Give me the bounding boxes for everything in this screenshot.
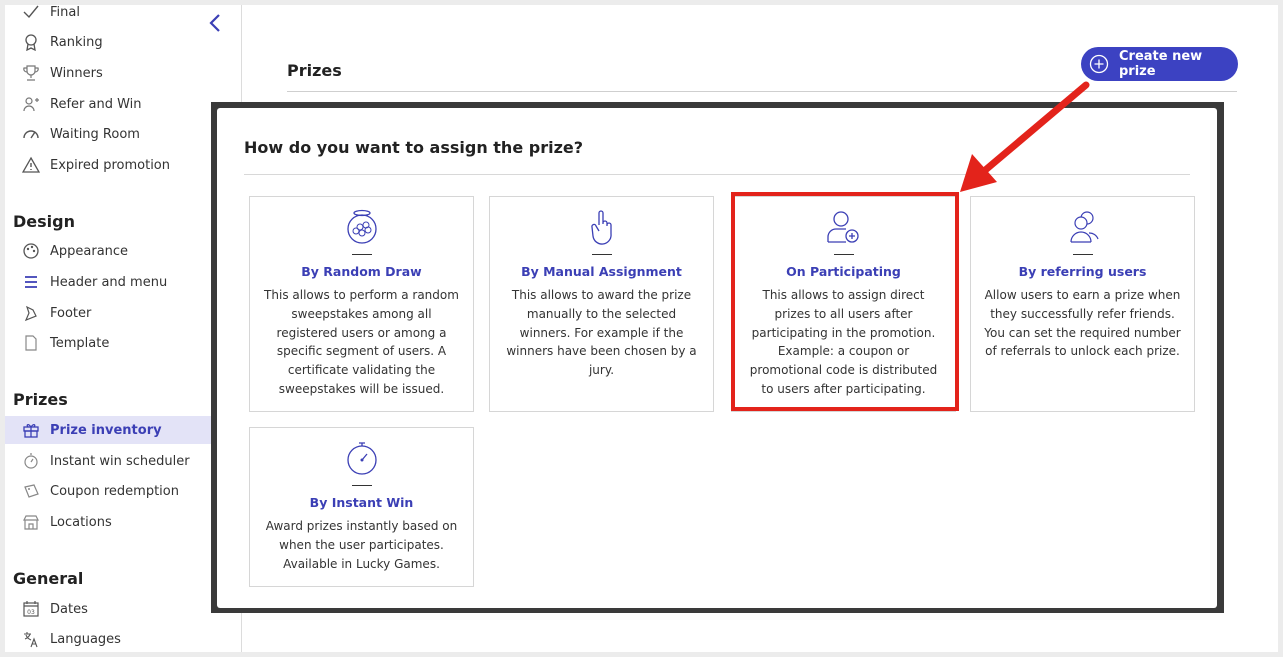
sidebar-item-locations[interactable]: Locations [5,508,215,536]
sidebar-item-label: Instant win scheduler [50,453,190,469]
svg-text:03: 03 [27,609,35,616]
sidebar-item-label: Prize inventory [50,422,162,438]
divider [352,485,372,486]
calendar-icon: 03 [21,599,41,619]
modal-title: How do you want to assign the prize? [244,138,584,157]
section-title-prizes: Prizes [13,390,68,409]
footer-icon [21,303,41,323]
coupon-icon [21,481,41,501]
card-title: By Manual Assignment [521,264,682,279]
divider [592,254,612,255]
sidebar-item-label: Final [50,5,80,20]
sidebar-item-label: Appearance [50,243,129,259]
sidebar: Final Ranking Winners Refer and Win Wait… [5,5,242,652]
highlight-box [731,192,959,411]
sidebar-item-appearance[interactable]: Appearance [5,237,215,265]
sidebar-item-languages[interactable]: Languages [5,625,215,652]
sidebar-item-label: Expired promotion [50,157,170,173]
sidebar-item-label: Template [50,335,110,351]
gift-icon [21,420,41,440]
card-by-instant-win[interactable]: By Instant Win Award prizes instantly ba… [249,427,474,587]
card-by-referring-users[interactable]: By referring users Allow users to earn a… [970,196,1195,412]
sidebar-item-label: Coupon redemption [50,483,179,499]
sidebar-item-winners[interactable]: Winners [5,59,215,87]
sidebar-item-label: Languages [50,631,121,647]
divider [244,174,1190,175]
sidebar-item-label: Dates [50,601,88,617]
sidebar-item-final[interactable]: Final [5,5,215,26]
sidebar-item-label: Footer [50,305,92,321]
sidebar-item-label: Locations [50,514,112,530]
sidebar-item-template[interactable]: Template [5,329,215,357]
menu-icon [21,272,41,292]
translate-icon [21,629,41,649]
sidebar-item-footer[interactable]: Footer [5,299,215,327]
card-description: This allows to award the prize manually t… [506,288,697,378]
sidebar-item-label: Waiting Room [50,126,140,142]
sidebar-item-coupon-redemption[interactable]: Coupon redemption [5,477,215,505]
warning-icon [21,155,41,175]
lottery-bowl-icon [250,207,473,247]
medal-icon [21,32,41,52]
sidebar-item-label: Winners [50,65,103,81]
card-title: By Random Draw [301,264,422,279]
hand-pointer-icon [490,207,713,247]
divider [1073,254,1093,255]
sidebar-item-label: Refer and Win [50,96,142,112]
sidebar-item-expired-promotion[interactable]: Expired promotion [5,151,215,179]
refer-icon [21,94,41,114]
sidebar-item-label: Header and menu [50,274,168,290]
stopwatch-icon [250,438,473,478]
sidebar-item-dates[interactable]: 03 Dates [5,595,215,623]
store-icon [21,512,41,532]
sidebar-item-label: Ranking [50,34,103,50]
users-group-icon [971,207,1194,247]
card-by-manual-assignment[interactable]: By Manual Assignment This allows to awar… [489,196,714,412]
sidebar-item-ranking[interactable]: Ranking [5,28,215,56]
trophy-icon [21,63,41,83]
sidebar-item-header-and-menu[interactable]: Header and menu [5,268,215,296]
section-title-general: General [13,569,84,588]
sidebar-item-prize-inventory[interactable]: Prize inventory [5,416,215,444]
divider [287,91,1237,92]
sidebar-item-refer-and-win[interactable]: Refer and Win [5,90,215,118]
section-title-design: Design [13,212,75,231]
plus-circle-icon [1089,54,1109,74]
card-title: By Instant Win [309,495,414,510]
card-by-random-draw[interactable]: By Random Draw This allows to perform a … [249,196,474,412]
stopwatch-icon [21,451,41,471]
assign-prize-modal: How do you want to assign the prize? By … [217,108,1217,608]
gauge-icon [21,124,41,144]
create-new-prize-label: Create new prize [1119,49,1203,79]
divider [352,254,372,255]
create-new-prize-button[interactable]: Create new prize [1081,47,1238,81]
palette-icon [21,241,41,261]
check-icon [21,5,41,22]
document-icon [21,333,41,353]
page-title: Prizes [287,61,342,80]
sidebar-item-waiting-room[interactable]: Waiting Room [5,120,215,148]
card-description: This allows to perform a random sweepstak… [264,288,459,396]
card-description: Allow users to earn a prize when they suc… [984,288,1181,359]
card-title: By referring users [1018,264,1147,279]
card-description: Award prizes instantly based on when the … [265,519,458,571]
sidebar-item-instant-win-scheduler[interactable]: Instant win scheduler [5,447,215,475]
